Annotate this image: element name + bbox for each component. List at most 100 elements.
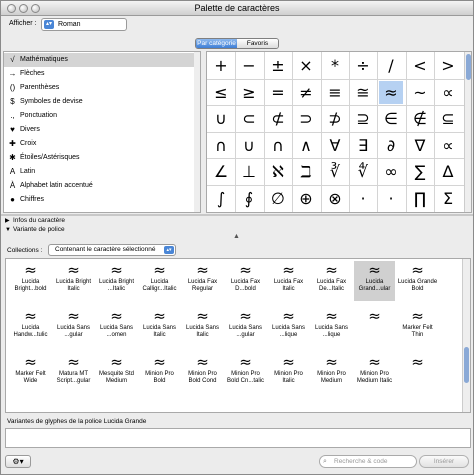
- character-cell[interactable]: ∝: [436, 81, 460, 104]
- font-variant-cell[interactable]: ≈ Matura MT Script...gular: [53, 353, 94, 393]
- font-variant-cell[interactable]: ≈ Lucida Fax De...Italic: [311, 261, 352, 301]
- font-variant-cell[interactable]: ≈ Lucida Fax Italic: [268, 261, 309, 301]
- font-variant-scrollbar[interactable]: [462, 259, 470, 412]
- category-item[interactable]: ✱ Étoiles/Astérisques: [4, 151, 200, 165]
- font-variant-cell[interactable]: ≈ Lucida Bright Italic: [53, 261, 94, 301]
- font-variant-disclosure[interactable]: ▼ Variante de police: [5, 226, 65, 233]
- character-cell[interactable]: ℵ: [266, 160, 290, 183]
- character-cell[interactable]: ±: [266, 54, 290, 77]
- character-cell[interactable]: ∠: [209, 160, 233, 183]
- category-item[interactable]: → Flèches: [4, 67, 200, 81]
- font-variant-cell[interactable]: ≈: [354, 307, 395, 347]
- character-cell[interactable]: ⊇: [351, 107, 375, 130]
- character-cell[interactable]: ⊄: [266, 107, 290, 130]
- font-variant-scroll-thumb[interactable]: [464, 347, 469, 383]
- font-variant-cell[interactable]: ≈ Lucida Fax D...bold: [225, 261, 266, 301]
- character-cell[interactable]: <: [408, 54, 432, 77]
- character-cell[interactable]: >: [436, 54, 460, 77]
- character-cell[interactable]: −: [237, 54, 261, 77]
- character-cell[interactable]: ∧: [294, 134, 318, 157]
- character-cell[interactable]: =: [266, 81, 290, 104]
- title-bar[interactable]: Palette de caractères: [1, 1, 473, 16]
- character-cell[interactable]: ⊆: [436, 107, 460, 130]
- show-select[interactable]: ▴▾ Roman: [41, 18, 127, 31]
- character-cell[interactable]: ∈: [379, 107, 403, 130]
- font-variant-cell[interactable]: ≈ Minion Pro Medium: [311, 353, 352, 393]
- character-cell[interactable]: ∩: [266, 134, 290, 157]
- character-cell[interactable]: +: [209, 54, 233, 77]
- category-item[interactable]: A Latin: [4, 165, 200, 179]
- font-variant-cell[interactable]: ≈ Minion Pro Bold: [139, 353, 180, 393]
- character-cell[interactable]: ∏: [408, 187, 432, 210]
- category-scrollbar[interactable]: [194, 52, 200, 212]
- category-item[interactable]: À Alphabet latin accentué: [4, 179, 200, 193]
- character-cell[interactable]: ℶ: [294, 160, 318, 183]
- glyph-variants-area[interactable]: [5, 428, 471, 448]
- character-cell[interactable]: ∆: [436, 160, 460, 183]
- character-cell[interactable]: ⊃: [294, 107, 318, 130]
- font-variant-cell[interactable]: ≈ Lucida Bright ...Italic: [96, 261, 137, 301]
- character-cell[interactable]: ⊗: [323, 187, 347, 210]
- character-grid-scrollbar[interactable]: [464, 52, 471, 212]
- character-cell[interactable]: *: [323, 54, 347, 77]
- character-cell[interactable]: ⊂: [237, 107, 261, 130]
- character-cell[interactable]: ∉: [408, 107, 432, 130]
- character-cell[interactable]: ⊥: [237, 160, 261, 183]
- character-cell[interactable]: ·: [351, 187, 375, 210]
- tab-favorites[interactable]: Favoris: [237, 39, 278, 48]
- font-variant-cell[interactable]: ≈ Lucida Fax Regular: [182, 261, 223, 301]
- font-variant-cell[interactable]: ≈ Lucida Sans ...gular: [225, 307, 266, 347]
- zoom-window-button[interactable]: [31, 4, 40, 13]
- character-cell[interactable]: ×: [294, 54, 318, 77]
- character-cell[interactable]: ∛: [323, 160, 347, 183]
- character-cell[interactable]: ⊅: [323, 107, 347, 130]
- split-view-divider[interactable]: [1, 214, 473, 216]
- font-variant-cell[interactable]: ≈ Lucida Sans Italic: [139, 307, 180, 347]
- font-variant-cell[interactable]: ≈ Marker Felt Thin: [397, 307, 438, 347]
- category-item[interactable]: ♥ Divers: [4, 123, 200, 137]
- character-cell[interactable]: ∫: [209, 187, 233, 210]
- category-item[interactable]: ● Chiffres: [4, 193, 200, 207]
- character-cell[interactable]: ∀: [323, 134, 347, 157]
- character-cell[interactable]: ∪: [209, 107, 233, 130]
- font-variant-cell[interactable]: ≈ Mesquite Std Medium: [96, 353, 137, 393]
- gear-menu-button[interactable]: ⚙▾: [5, 455, 31, 468]
- character-cell[interactable]: ·: [379, 187, 403, 210]
- font-variant-cell[interactable]: ≈ Lucida Sans Italic: [182, 307, 223, 347]
- character-cell[interactable]: /: [379, 54, 403, 77]
- character-cell[interactable]: Σ: [436, 187, 460, 210]
- character-cell[interactable]: ≅: [351, 81, 375, 104]
- font-variant-cell[interactable]: ≈ Lucida Calligr...Italic: [139, 261, 180, 301]
- character-cell[interactable]: ∇: [408, 134, 432, 157]
- font-variant-cell[interactable]: ≈: [397, 353, 438, 393]
- character-cell[interactable]: ∂: [379, 134, 403, 157]
- character-cell[interactable]: ≡: [323, 81, 347, 104]
- font-variant-cell[interactable]: ≈ Minion Pro Bold Cond: [182, 353, 223, 393]
- minimize-window-button[interactable]: [19, 4, 28, 13]
- font-variant-cell[interactable]: ≈ Minion Pro Medium Italic: [354, 353, 395, 393]
- collections-select[interactable]: Contenant le caractère sélectionné ▴▾: [48, 244, 176, 256]
- character-cell[interactable]: ∅: [266, 187, 290, 210]
- category-item[interactable]: ., Ponctuation: [4, 109, 200, 123]
- font-variant-cell[interactable]: ≈ Lucida Sans ...gular: [53, 307, 94, 347]
- font-variant-cell[interactable]: ≈ Lucida Handw...tulic: [10, 307, 51, 347]
- search-input[interactable]: ⌕ Recherche & code: [319, 455, 417, 468]
- character-grid-scroll-thumb[interactable]: [466, 54, 471, 80]
- character-cell[interactable]: ÷: [351, 54, 375, 77]
- resize-handle-icon[interactable]: ▲: [233, 233, 240, 240]
- character-cell[interactable]: ≈: [379, 81, 403, 104]
- insert-button[interactable]: Insérer: [419, 455, 469, 468]
- font-variant-cell[interactable]: ≈ Lucida Sans ...omen: [96, 307, 137, 347]
- character-cell[interactable]: ≠: [294, 81, 318, 104]
- character-cell[interactable]: ∮: [237, 187, 261, 210]
- font-variant-cell[interactable]: ≈ Minion Pro Bold Cn...talic: [225, 353, 266, 393]
- font-variant-cell[interactable]: ≈ Lucida Sans ...lique: [311, 307, 352, 347]
- character-cell[interactable]: ∝: [436, 134, 460, 157]
- character-cell[interactable]: ≤: [209, 81, 233, 104]
- character-cell[interactable]: ~: [408, 81, 432, 104]
- character-cell[interactable]: ∑: [408, 160, 432, 183]
- close-window-button[interactable]: [7, 4, 16, 13]
- font-variant-cell[interactable]: ≈ Lucida Grande Bold: [397, 261, 438, 301]
- category-item[interactable]: $ Symboles de devise: [4, 95, 200, 109]
- character-cell[interactable]: ≥: [237, 81, 261, 104]
